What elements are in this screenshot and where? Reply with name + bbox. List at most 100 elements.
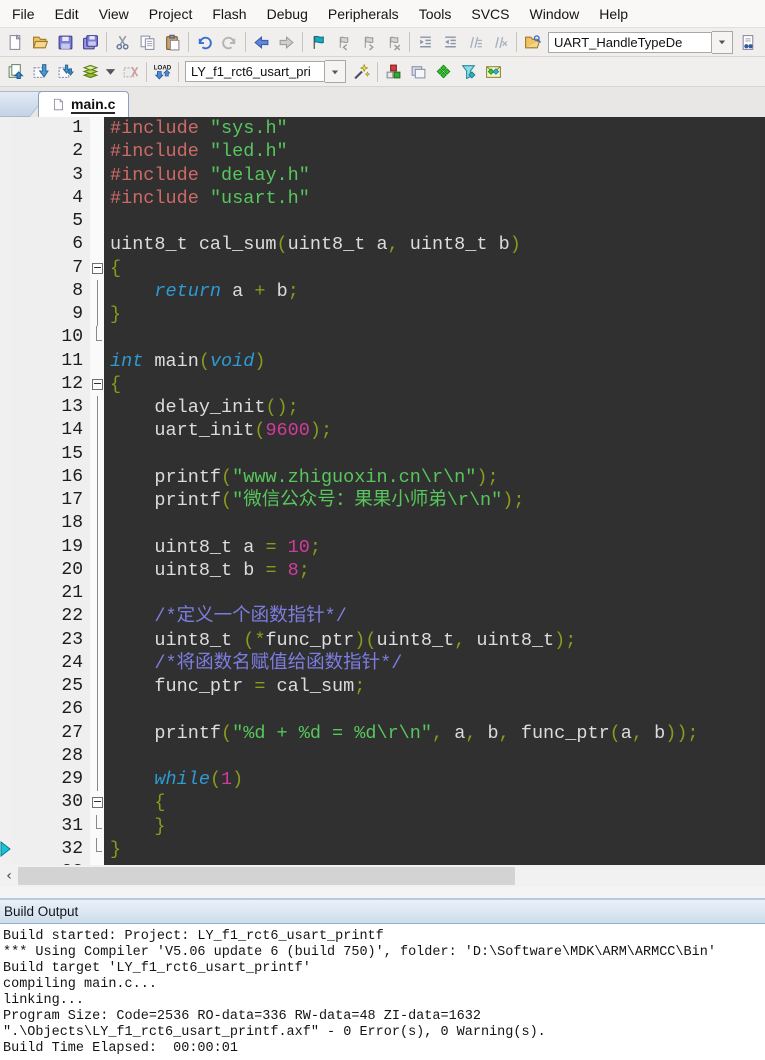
tab-main-c[interactable]: main.c [38,91,130,117]
fold-margin [90,744,104,768]
code-line-text[interactable]: } [104,303,765,326]
menu-item-view[interactable]: View [89,3,139,25]
code-line-text[interactable]: func_ptr = cal_sum; [104,675,765,698]
scrollbar-thumb[interactable] [18,867,515,885]
new-file-button[interactable] [3,30,28,54]
code-line-text[interactable]: } [104,838,765,861]
scrollbar-track[interactable] [18,865,765,887]
manage-project-items-button[interactable] [406,60,431,84]
code-line-text[interactable] [104,210,765,233]
pane-splitter[interactable] [0,887,765,900]
outdent-button[interactable] [438,30,463,54]
pack-filter-button[interactable] [456,60,481,84]
code-editor[interactable]: 1 #include "sys.h" 2 #include "led.h" 3 #incl… [0,117,765,865]
code-line-text[interactable]: uint8_t a = 10; [104,536,765,559]
batch-build-dropdown[interactable] [103,60,118,84]
build-output-pane[interactable]: Build started: Project: LY_f1_rct6_usart… [0,924,765,1060]
menu-item-flash[interactable]: Flash [202,3,256,25]
code-line-text[interactable]: { [104,373,765,396]
build-output-header[interactable]: Build Output [0,900,765,924]
navigate-forward-button[interactable] [274,30,299,54]
menu-item-debug[interactable]: Debug [257,3,318,25]
editor-margin [0,791,11,815]
next-bookmark-button[interactable] [356,30,381,54]
fold-collapse-box[interactable] [91,378,103,390]
options-for-target-button[interactable] [349,60,374,84]
code-line-text[interactable]: uint8_t (*func_ptr)(uint8_t, uint8_t); [104,629,765,652]
menu-item-edit[interactable]: Edit [45,3,89,25]
code-line-text[interactable] [104,512,765,535]
batch-build-button[interactable] [78,60,103,84]
target-combobox-value[interactable]: LY_f1_rct6_usart_pri [185,61,325,82]
code-line-text[interactable]: return a + b; [104,280,765,303]
manage-rte-button[interactable] [381,60,406,84]
copy-button[interactable] [135,30,160,54]
code-line-text[interactable]: /*将函数名赋值给函数指针*/ [104,652,765,675]
undo-button[interactable] [192,30,217,54]
code-line-text[interactable]: uint8_t b = 8; [104,559,765,582]
code-line-text[interactable] [104,443,765,466]
rebuild-button[interactable] [53,60,78,84]
build-button[interactable] [28,60,53,84]
code-line-text[interactable]: while(1) [104,768,765,791]
code-line-text[interactable]: #include "delay.h" [104,164,765,187]
line-number: 12 [11,372,90,396]
download-button[interactable]: LOAD [150,60,175,84]
incremental-find-button[interactable] [761,30,765,54]
menu-item-window[interactable]: Window [520,3,590,25]
code-line-text[interactable]: int main(void) [104,350,765,373]
find-in-files-button[interactable] [520,30,545,54]
code-line-text[interactable]: #include "sys.h" [104,117,765,140]
code-line-text[interactable]: /*定义一个函数指针*/ [104,605,765,628]
code-line-text[interactable] [104,582,765,605]
code-line-text[interactable] [104,326,765,349]
menu-item-project[interactable]: Project [139,3,203,25]
code-line-text[interactable]: { [104,791,765,814]
menu-item-help[interactable]: Help [589,3,638,25]
translate-file-button[interactable] [3,60,28,84]
manage-rte-icon [386,64,401,79]
code-line-text[interactable]: uart_init(9600); [104,419,765,442]
code-line-text[interactable]: #include "led.h" [104,140,765,163]
redo-button[interactable] [217,30,242,54]
comment-button[interactable] [463,30,488,54]
pack-installer-button[interactable] [481,60,506,84]
target-combobox-dropdown-button[interactable] [325,60,346,83]
select-software-packs-button[interactable] [431,60,456,84]
cut-button[interactable] [110,30,135,54]
line-number: 24 [11,651,90,675]
stop-build-button[interactable] [118,60,143,84]
paste-button[interactable] [160,30,185,54]
fold-collapse-box[interactable] [91,797,103,809]
code-line-text[interactable]: { [104,257,765,280]
code-line-text[interactable]: } [104,815,765,838]
save-all-button[interactable] [78,30,103,54]
menu-item-peripherals[interactable]: Peripherals [318,3,409,25]
code-line-text[interactable]: printf("微信公众号：果果小师弟\r\n"); [104,489,765,512]
code-line-text[interactable] [104,698,765,721]
code-line-text[interactable]: #include "usart.h" [104,187,765,210]
prev-bookmark-button[interactable] [331,30,356,54]
menu-item-tools[interactable]: Tools [409,3,462,25]
save-button[interactable] [53,30,78,54]
search-combobox-value[interactable]: UART_HandleTypeDe [548,31,712,53]
code-line-text[interactable]: delay_init(); [104,396,765,419]
menu-item-file[interactable]: File [2,3,45,25]
indent-button[interactable] [413,30,438,54]
search-combobox-dropdown-button[interactable] [712,30,733,54]
fold-collapse-box[interactable] [91,262,103,274]
code-line-text[interactable] [104,745,765,768]
insert-bookmark-button[interactable] [306,30,331,54]
fold-line [96,396,98,420]
navigate-back-button[interactable] [249,30,274,54]
clear-bookmarks-button[interactable] [381,30,406,54]
scroll-left-button[interactable]: ‹ [0,865,18,887]
menu-item-svcs[interactable]: SVCS [461,3,519,25]
uncomment-button[interactable] [488,30,513,54]
open-file-button[interactable] [28,30,53,54]
find-in-files-dialog-button[interactable] [736,30,761,54]
code-line-text[interactable]: printf("www.zhiguoxin.cn\r\n"); [104,466,765,489]
current-line-arrow-icon [0,840,11,857]
code-line-text[interactable]: printf("%d + %d = %d\r\n", a, b, func_pt… [104,722,765,745]
code-line-text[interactable]: uint8_t cal_sum(uint8_t a, uint8_t b) [104,233,765,256]
